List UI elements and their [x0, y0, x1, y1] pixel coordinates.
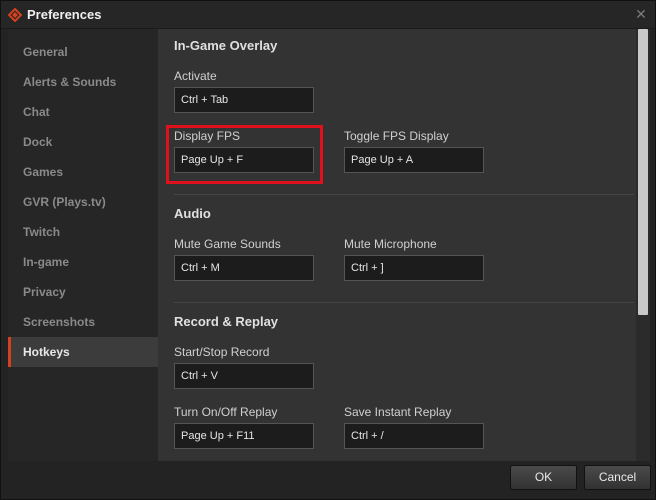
cancel-button[interactable]: Cancel	[584, 465, 651, 490]
activate-label: Activate	[174, 69, 217, 83]
sidebar-item-hotkeys[interactable]: Hotkeys	[8, 337, 158, 367]
scrollbar-thumb[interactable]	[638, 29, 648, 315]
sidebar-item-twitch[interactable]: Twitch	[8, 217, 158, 247]
activate-hotkey-input[interactable]: Ctrl + Tab	[174, 87, 314, 113]
toggle-fps-hotkey-input[interactable]: Page Up + A	[344, 147, 484, 173]
section-title-audio: Audio	[174, 206, 211, 221]
replay-toggle-label: Turn On/Off Replay	[174, 405, 278, 419]
display-fps-highlight	[166, 125, 323, 184]
sidebar: General Alerts & Sounds Chat Dock Games …	[8, 29, 158, 461]
mute-mic-hotkey-input[interactable]: Ctrl + ]	[344, 255, 484, 281]
sidebar-item-general[interactable]: General	[8, 37, 158, 67]
section-divider	[174, 302, 634, 303]
title-bar: Preferences ✕	[1, 1, 655, 29]
save-replay-hotkey-input[interactable]: Ctrl + /	[344, 423, 484, 449]
sidebar-item-chat[interactable]: Chat	[8, 97, 158, 127]
close-icon[interactable]: ✕	[633, 6, 649, 22]
sidebar-item-privacy[interactable]: Privacy	[8, 277, 158, 307]
mute-game-label: Mute Game Sounds	[174, 237, 281, 251]
preferences-window: Preferences ✕ General Alerts & Sounds Ch…	[0, 0, 656, 500]
raptr-logo-icon	[8, 8, 22, 22]
window-title: Preferences	[27, 7, 102, 22]
startstop-hotkey-input[interactable]: Ctrl + V	[174, 363, 314, 389]
startstop-label: Start/Stop Record	[174, 345, 270, 359]
sidebar-item-in-game[interactable]: In-game	[8, 247, 158, 277]
sidebar-item-screenshots[interactable]: Screenshots	[8, 307, 158, 337]
section-title-overlay: In-Game Overlay	[174, 38, 278, 53]
ok-button[interactable]: OK	[510, 465, 577, 490]
mute-game-hotkey-input[interactable]: Ctrl + M	[174, 255, 314, 281]
sidebar-item-gvr[interactable]: GVR (Plays.tv)	[8, 187, 158, 217]
save-replay-label: Save Instant Replay	[344, 405, 452, 419]
sidebar-item-alerts-sounds[interactable]: Alerts & Sounds	[8, 67, 158, 97]
hotkeys-panel: In-Game Overlay Activate Ctrl + Tab Disp…	[158, 29, 650, 461]
mute-mic-label: Mute Microphone	[344, 237, 437, 251]
sidebar-item-dock[interactable]: Dock	[8, 127, 158, 157]
replay-toggle-hotkey-input[interactable]: Page Up + F11	[174, 423, 314, 449]
section-title-record: Record & Replay	[174, 314, 279, 329]
toggle-fps-label: Toggle FPS Display	[344, 129, 449, 143]
scrollbar[interactable]	[636, 29, 650, 461]
section-divider	[174, 194, 634, 195]
sidebar-item-games[interactable]: Games	[8, 157, 158, 187]
